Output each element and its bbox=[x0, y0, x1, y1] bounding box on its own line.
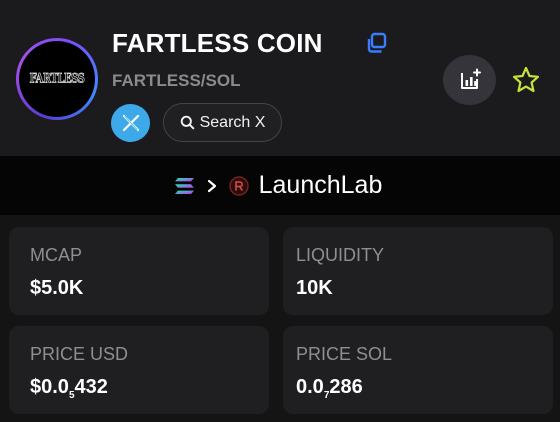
stat-label: MCAP bbox=[30, 245, 83, 265]
chart-add-icon bbox=[460, 68, 481, 89]
stat-value: $0.05432 bbox=[30, 376, 108, 401]
favorite-button[interactable] bbox=[509, 63, 543, 97]
x-profile-button[interactable] bbox=[111, 104, 150, 142]
search-icon bbox=[180, 115, 194, 130]
search-x-label: Search X bbox=[199, 113, 266, 131]
token-avatar: FARTLESS bbox=[16, 38, 98, 120]
stat-label: LIQUIDITY bbox=[296, 245, 385, 265]
stat-value: $5.0K bbox=[30, 277, 84, 299]
stat-card-liquidity: LIQUIDITY 10K bbox=[283, 227, 553, 315]
copy-icon bbox=[367, 32, 387, 53]
token-name: FARTLESS COIN bbox=[112, 28, 323, 58]
stat-value: 10K bbox=[296, 277, 333, 299]
stat-card-price-sol: PRICE SOL 0.07286 bbox=[283, 326, 553, 414]
zero-count: 5 bbox=[68, 390, 75, 401]
star-icon bbox=[512, 66, 540, 93]
stat-card-price-usd: PRICE USD $0.05432 bbox=[9, 326, 269, 414]
platform-breadcrumb: LaunchLab bbox=[0, 156, 560, 215]
stat-card-mcap: MCAP $5.0K bbox=[9, 227, 269, 315]
stat-label: PRICE USD bbox=[30, 344, 129, 364]
token-header: FARTLESS FARTLESS COIN FARTLESS/SOL Sear… bbox=[0, 0, 560, 156]
stat-value: 0.07286 bbox=[296, 376, 363, 401]
platform-name: LaunchLab bbox=[258, 171, 383, 199]
add-chart-button[interactable] bbox=[443, 55, 496, 105]
x-logo-icon bbox=[122, 114, 139, 132]
token-logo-text: FARTLESS bbox=[29, 71, 85, 87]
zero-count: 7 bbox=[323, 390, 330, 401]
launchlab-logo-icon bbox=[228, 175, 249, 196]
search-x-button[interactable]: Search X bbox=[163, 103, 282, 142]
chevron-right-icon bbox=[207, 179, 216, 192]
solana-icon bbox=[174, 177, 194, 194]
copy-button[interactable] bbox=[364, 31, 390, 55]
token-pair: FARTLESS/SOL bbox=[112, 71, 241, 90]
stat-label: PRICE SOL bbox=[296, 344, 393, 364]
